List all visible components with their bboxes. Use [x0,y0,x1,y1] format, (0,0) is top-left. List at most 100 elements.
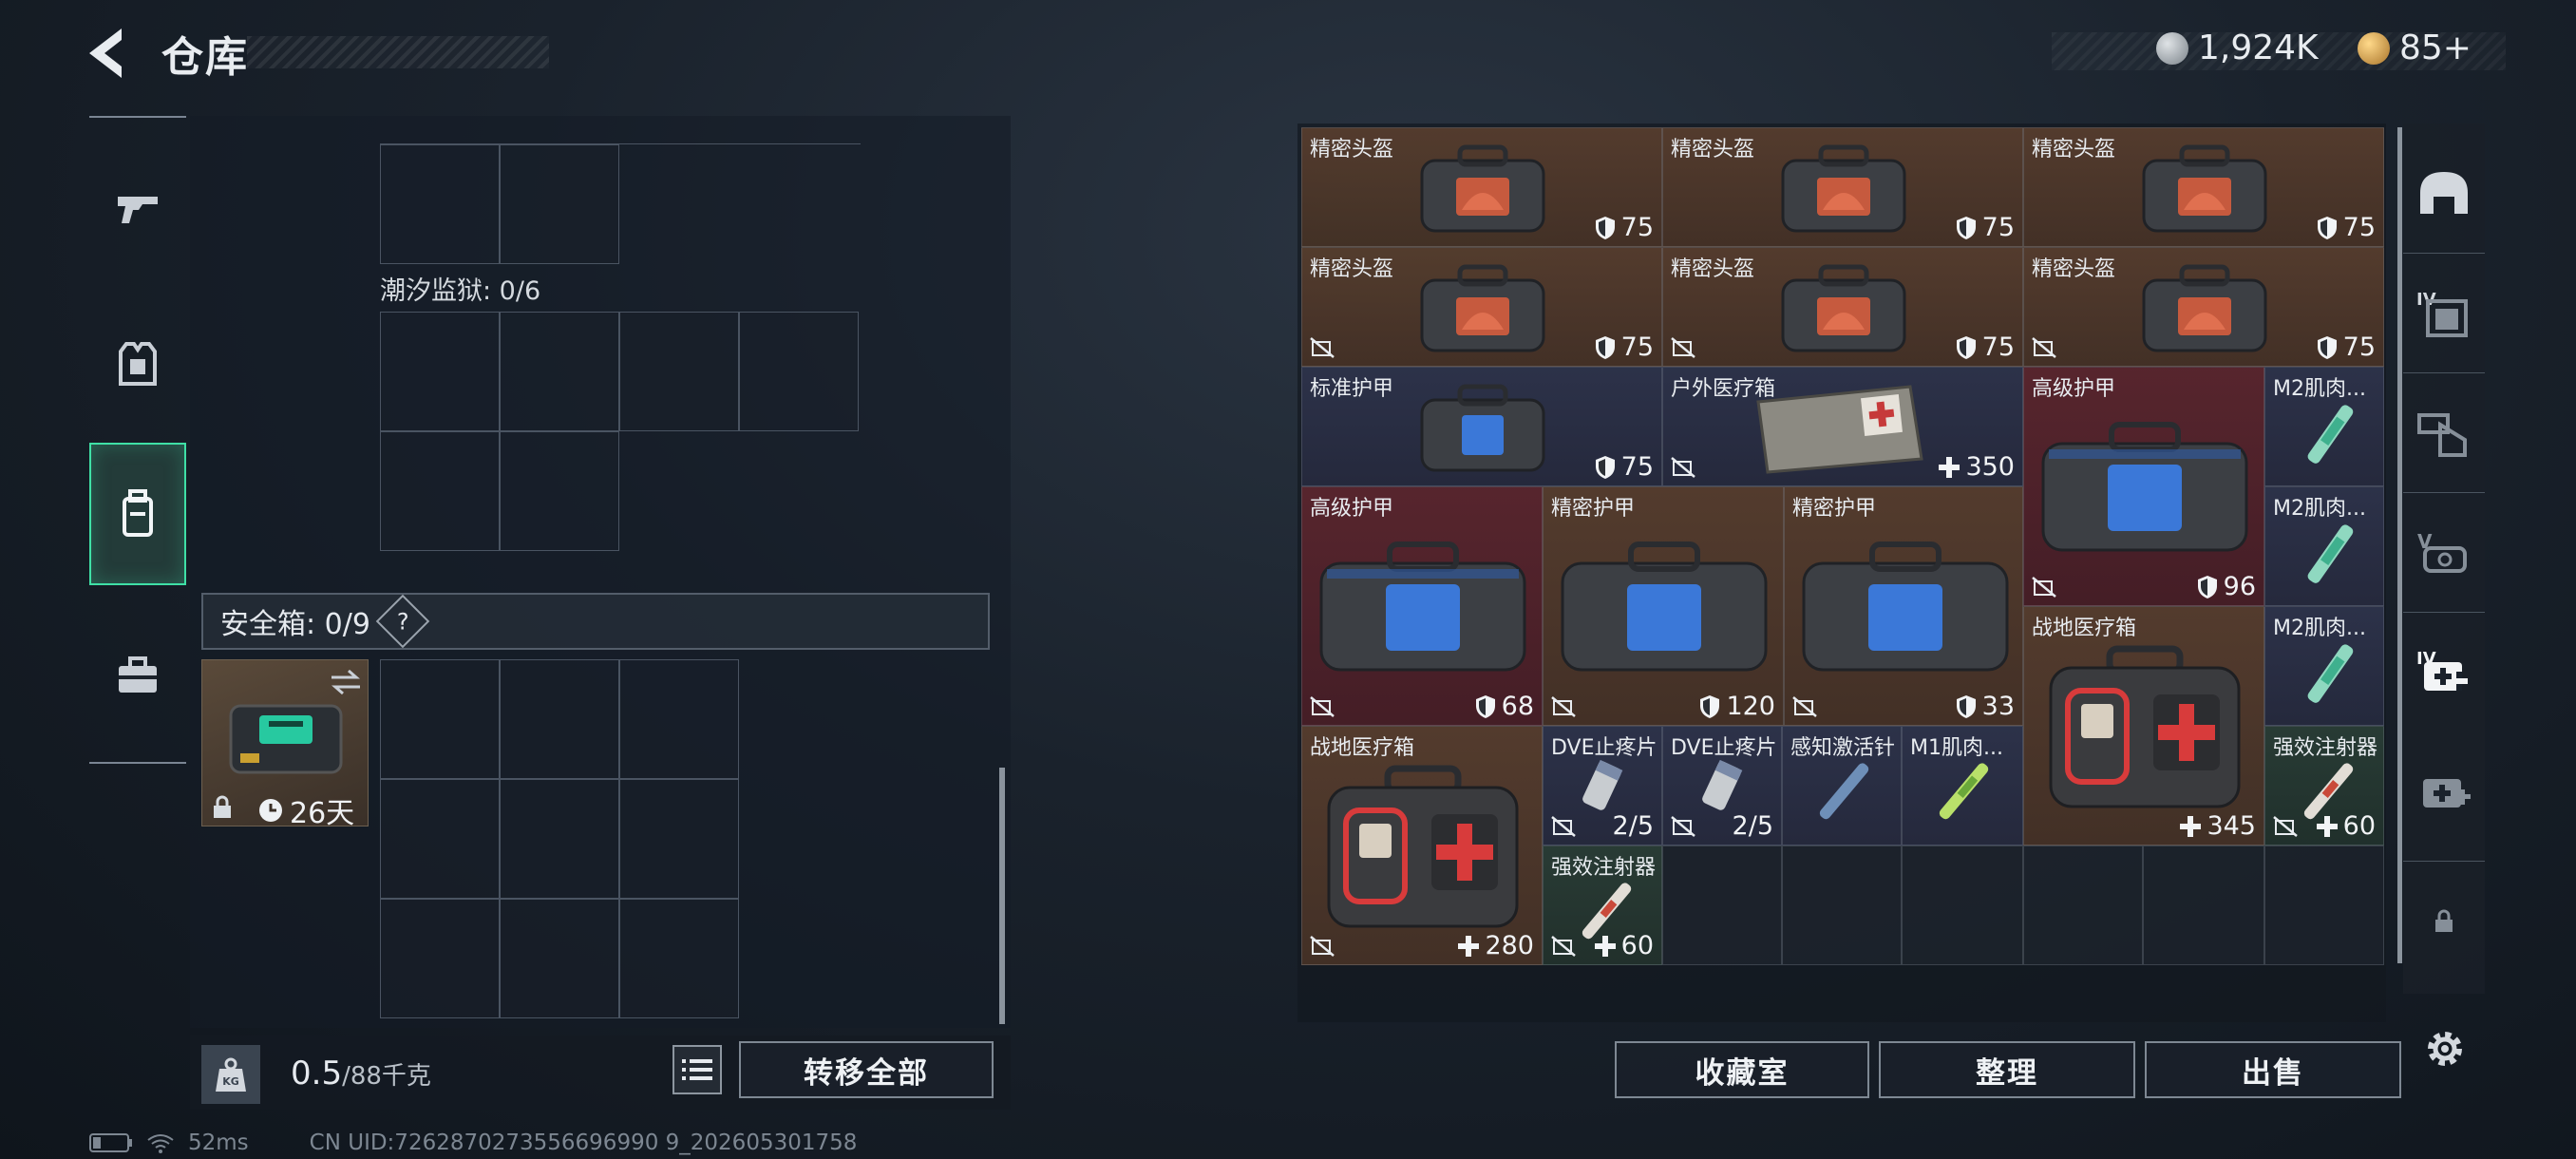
storage-item[interactable]: 高级护甲 96 [2023,367,2264,606]
filter-helmet[interactable] [2403,133,2485,253]
pill-bottle-icon [1582,759,1623,810]
grid-slot[interactable] [619,312,739,431]
item-name: 战地医疗箱 [1310,736,1415,760]
sell-button[interactable]: 出售 [2145,1041,2401,1098]
filter-medkit-plain[interactable] [2403,732,2485,851]
storage-item[interactable]: 户外医疗箱 350 [1662,367,2023,486]
storage-item[interactable]: 精密护甲 33 [1784,486,2023,726]
filter-backpack[interactable] [2403,372,2485,492]
storage-item[interactable]: 精密头盔 75 [1301,247,1662,367]
item-value: 75 [1956,213,2015,242]
no-sell-icon [1551,936,1576,957]
storage-item[interactable]: 标准护甲 75 [1301,367,1662,486]
empty-slot[interactable] [2264,846,2384,965]
item-name: 高级护甲 [2032,377,2116,401]
safebox-slot[interactable] [380,659,500,779]
empty-slot[interactable] [2023,846,2143,965]
storage-item[interactable]: DVE止疼片 2/5 [1662,726,1782,846]
grid-slot[interactable] [739,312,859,431]
grid-slot[interactable] [500,312,619,431]
empty-slot[interactable] [2143,846,2264,965]
swap-icon [331,669,360,695]
container-top-edge [380,116,861,144]
safebox-slot[interactable] [380,899,500,1018]
safebox-slot[interactable] [500,779,619,899]
item-name: 标准护甲 [1310,377,1394,401]
empty-slot[interactable] [1902,846,2023,965]
storage-item[interactable]: 强效注射器 60 [2264,726,2384,846]
no-sell-icon [1671,457,1695,478]
tab-equipment[interactable] [89,293,186,435]
storage-item[interactable]: 精密头盔 75 [1301,127,1662,247]
safebox-slot[interactable] [619,659,739,779]
storage-item[interactable]: 高级护甲 68 [1301,486,1543,726]
list-view-button[interactable] [672,1045,722,1094]
grid-slot[interactable] [500,144,619,264]
transfer-all-button[interactable]: 转移全部 [739,1041,994,1098]
armor-bag-icon [1561,542,1768,672]
armor-bag-icon [1420,384,1545,472]
armor-bag-icon [1319,542,1526,672]
safebox-slot[interactable] [500,899,619,1018]
grid-slot[interactable] [380,431,500,551]
storage-item[interactable]: 精密头盔 75 [1662,127,2023,247]
tab-weapons[interactable] [89,137,186,279]
heal-icon [1939,456,1960,478]
safebox-slot[interactable] [619,899,739,1018]
gold-currency[interactable]: 85+ [2358,28,2472,67]
safebox-header: 安全箱: 0/9 ? [201,593,990,650]
storage-item[interactable]: 精密头盔 75 [1662,247,2023,367]
tab-case[interactable] [89,604,186,747]
heal-icon [1594,935,1616,957]
storage-item[interactable]: 感知激活针 [1782,726,1902,846]
storage-item[interactable]: M2肌肉... [2264,606,2384,726]
grid-slot[interactable] [380,312,500,431]
safebox-slot[interactable] [380,779,500,899]
left-category-tabs [89,116,186,764]
storage-item[interactable]: M2肌肉... [2264,486,2384,606]
pistol-icon [118,197,158,223]
storage-item[interactable]: M2肌肉... [2264,367,2384,486]
storage-item[interactable]: DVE止疼片 2/5 [1543,726,1662,846]
item-value: 2/5 [1732,811,1773,841]
vest-icon [119,342,157,386]
settings-button[interactable] [2420,1024,2470,1074]
tab-backpack[interactable] [89,443,186,585]
grid-slot[interactable] [500,431,619,551]
safebox-item[interactable]: 26天 [201,659,369,830]
item-value: 2/5 [1612,811,1654,841]
safebox-label: 安全箱: 0/9 [220,608,370,641]
help-button[interactable]: ? [375,594,430,649]
storage-item[interactable]: 精密头盔 75 [2023,247,2384,367]
container-scrollbar[interactable] [999,768,1005,1024]
silver-currency[interactable]: 1,924K [2156,28,2319,67]
collection-room-button[interactable]: 收藏室 [1615,1041,1869,1098]
safebox-slot[interactable] [619,779,739,899]
filter-locked[interactable] [2403,861,2485,980]
empty-slot[interactable] [1782,846,1902,965]
no-sell-icon [1310,337,1335,358]
organize-button[interactable]: 整理 [1879,1041,2135,1098]
filter-armor[interactable]: IV [2403,253,2485,372]
shield-icon [2317,335,2337,359]
item-value: 345 [2180,811,2256,841]
back-button[interactable] [82,25,139,82]
filter-vest[interactable]: V [2403,492,2485,612]
list-icon [682,1059,712,1080]
item-name: 精密头盔 [1310,257,1394,281]
storage-item[interactable]: 战地医疗箱 345 [2023,606,2264,846]
helmet-bag-icon [1420,144,1545,233]
empty-slot[interactable] [1662,846,1782,965]
gear-icon [2428,1032,2462,1066]
safebox-slot[interactable] [500,659,619,779]
armor-bag-icon [2041,422,2248,552]
vest-tier-icon: V [2417,530,2467,573]
storage-item[interactable]: 强效注射器 60 [1543,846,1662,965]
filter-medkit[interactable]: IV [2403,612,2485,732]
storage-scrollbar[interactable] [2397,127,2402,963]
storage-item[interactable]: M1肌肉... [1902,726,2023,846]
storage-item[interactable]: 精密护甲 120 [1543,486,1784,726]
storage-item[interactable]: 战地医疗箱 280 [1301,726,1543,965]
grid-slot[interactable] [380,144,500,264]
storage-item[interactable]: 精密头盔 75 [2023,127,2384,247]
